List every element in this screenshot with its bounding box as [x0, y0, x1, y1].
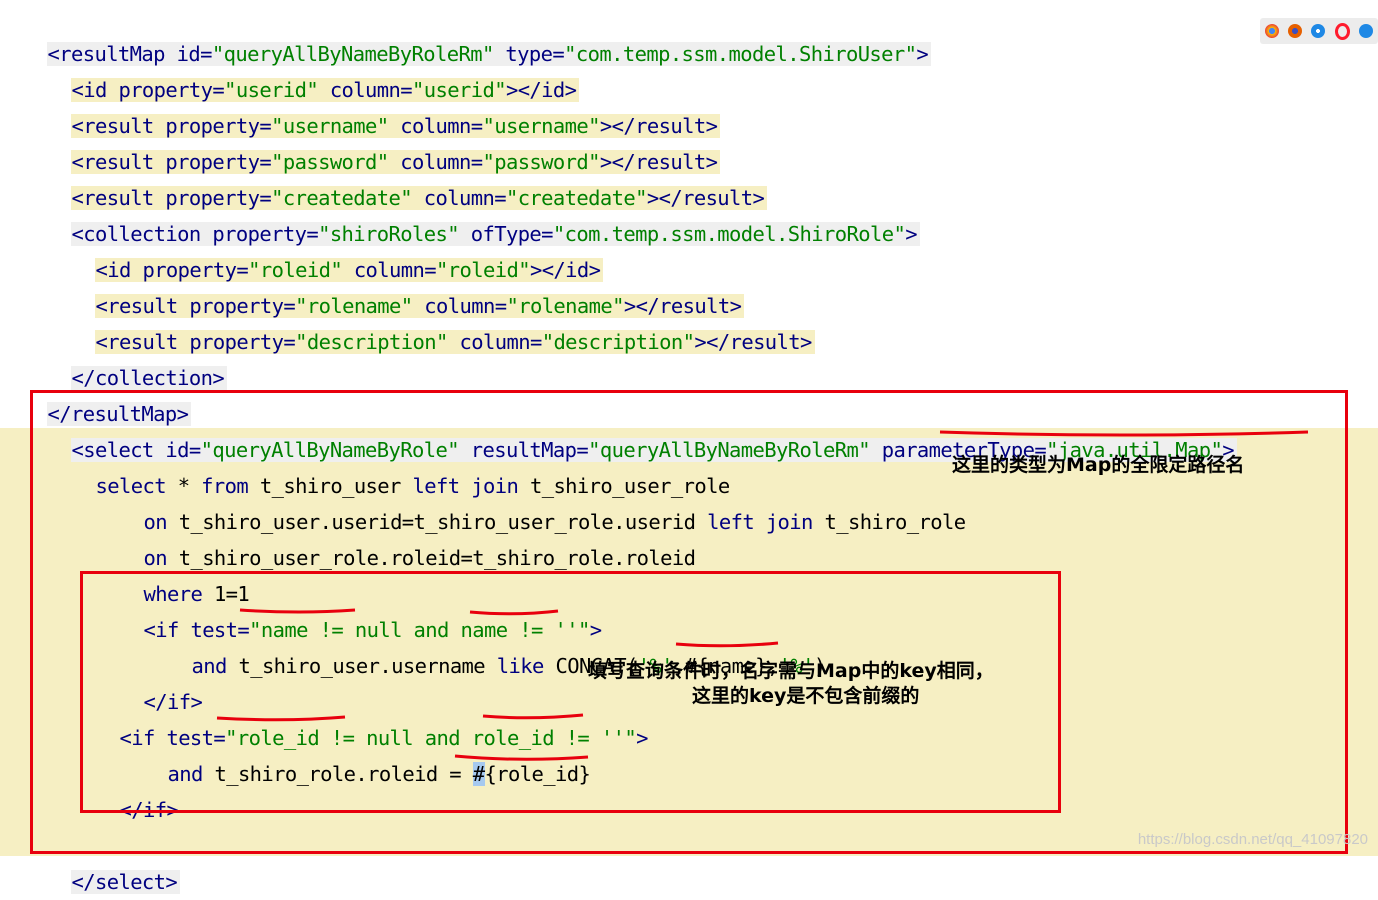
- code-line-result-createdate: <result property="createdate" column="cr…: [48, 144, 768, 210]
- code-line-collection-close: </collection>: [48, 324, 228, 390]
- code-line-result-password: <result property="password" column="pass…: [48, 108, 721, 174]
- code-line-and-roleid: and t_shiro_role.roleid = #{role_id}: [167, 762, 591, 786]
- code-line-result-description: <result property="description" column="d…: [72, 288, 815, 354]
- firefox-icon[interactable]: [1288, 24, 1303, 38]
- watermark: https://blog.csdn.net/qq_41097820: [1137, 831, 1368, 848]
- annotation-map-type: 这里的类型为Map的全限定路径名: [952, 454, 1245, 476]
- code-line-collection-id: <id property="roleid" column="roleid"></…: [72, 216, 604, 282]
- code-line-if-close-2: </if>: [119, 798, 179, 822]
- code-line-if-name: <if test="name != null and name != ''">: [143, 618, 602, 642]
- code-line-result-username: <result property="username" column="user…: [48, 72, 721, 138]
- code-line-if-role-id: <if test="role_id != null and role_id !=…: [119, 726, 648, 750]
- browser-compat-bar: [1260, 18, 1378, 44]
- safari-icon[interactable]: [1311, 24, 1326, 38]
- code-line-sql-on-1: on t_shiro_user.userid=t_shiro_user_role…: [143, 510, 966, 534]
- code-line-resultmap-open: <resultMap id="queryAllByNameByRoleRm" t…: [24, 0, 932, 66]
- code-line-result-rolename: <result property="rolename" column="role…: [72, 252, 745, 318]
- edge-icon[interactable]: [1359, 24, 1374, 38]
- opera-icon[interactable]: [1334, 22, 1350, 40]
- code-line-id: <id property="userid" column="userid"></…: [48, 36, 580, 102]
- code-line-select-close: </select>: [48, 828, 181, 894]
- code-line-if-close-1: </if>: [143, 690, 203, 714]
- code-line-sql-where: where 1=1: [143, 582, 250, 606]
- code-line-collection-open: <collection property="shiroRoles" ofType…: [48, 180, 920, 246]
- code-line-and-username: and t_shiro_user.username like CONCAT('%…: [191, 654, 826, 678]
- code-line-resultmap-close: </resultMap>: [24, 360, 192, 426]
- annotation-key-line-2: 这里的key是不包含前缀的: [692, 685, 920, 707]
- annotation-key-line-1: 填写查询条件时，名字需与Map中的key相同，: [588, 660, 994, 682]
- code-line-select-open: <select id="queryAllByNameByRole" result…: [48, 396, 1237, 462]
- code-line-sql-select: select * from t_shiro_user left join t_s…: [95, 474, 730, 498]
- code-line-sql-on-2: on t_shiro_user_role.roleid=t_shiro_role…: [143, 546, 696, 570]
- chrome-icon[interactable]: [1264, 24, 1279, 38]
